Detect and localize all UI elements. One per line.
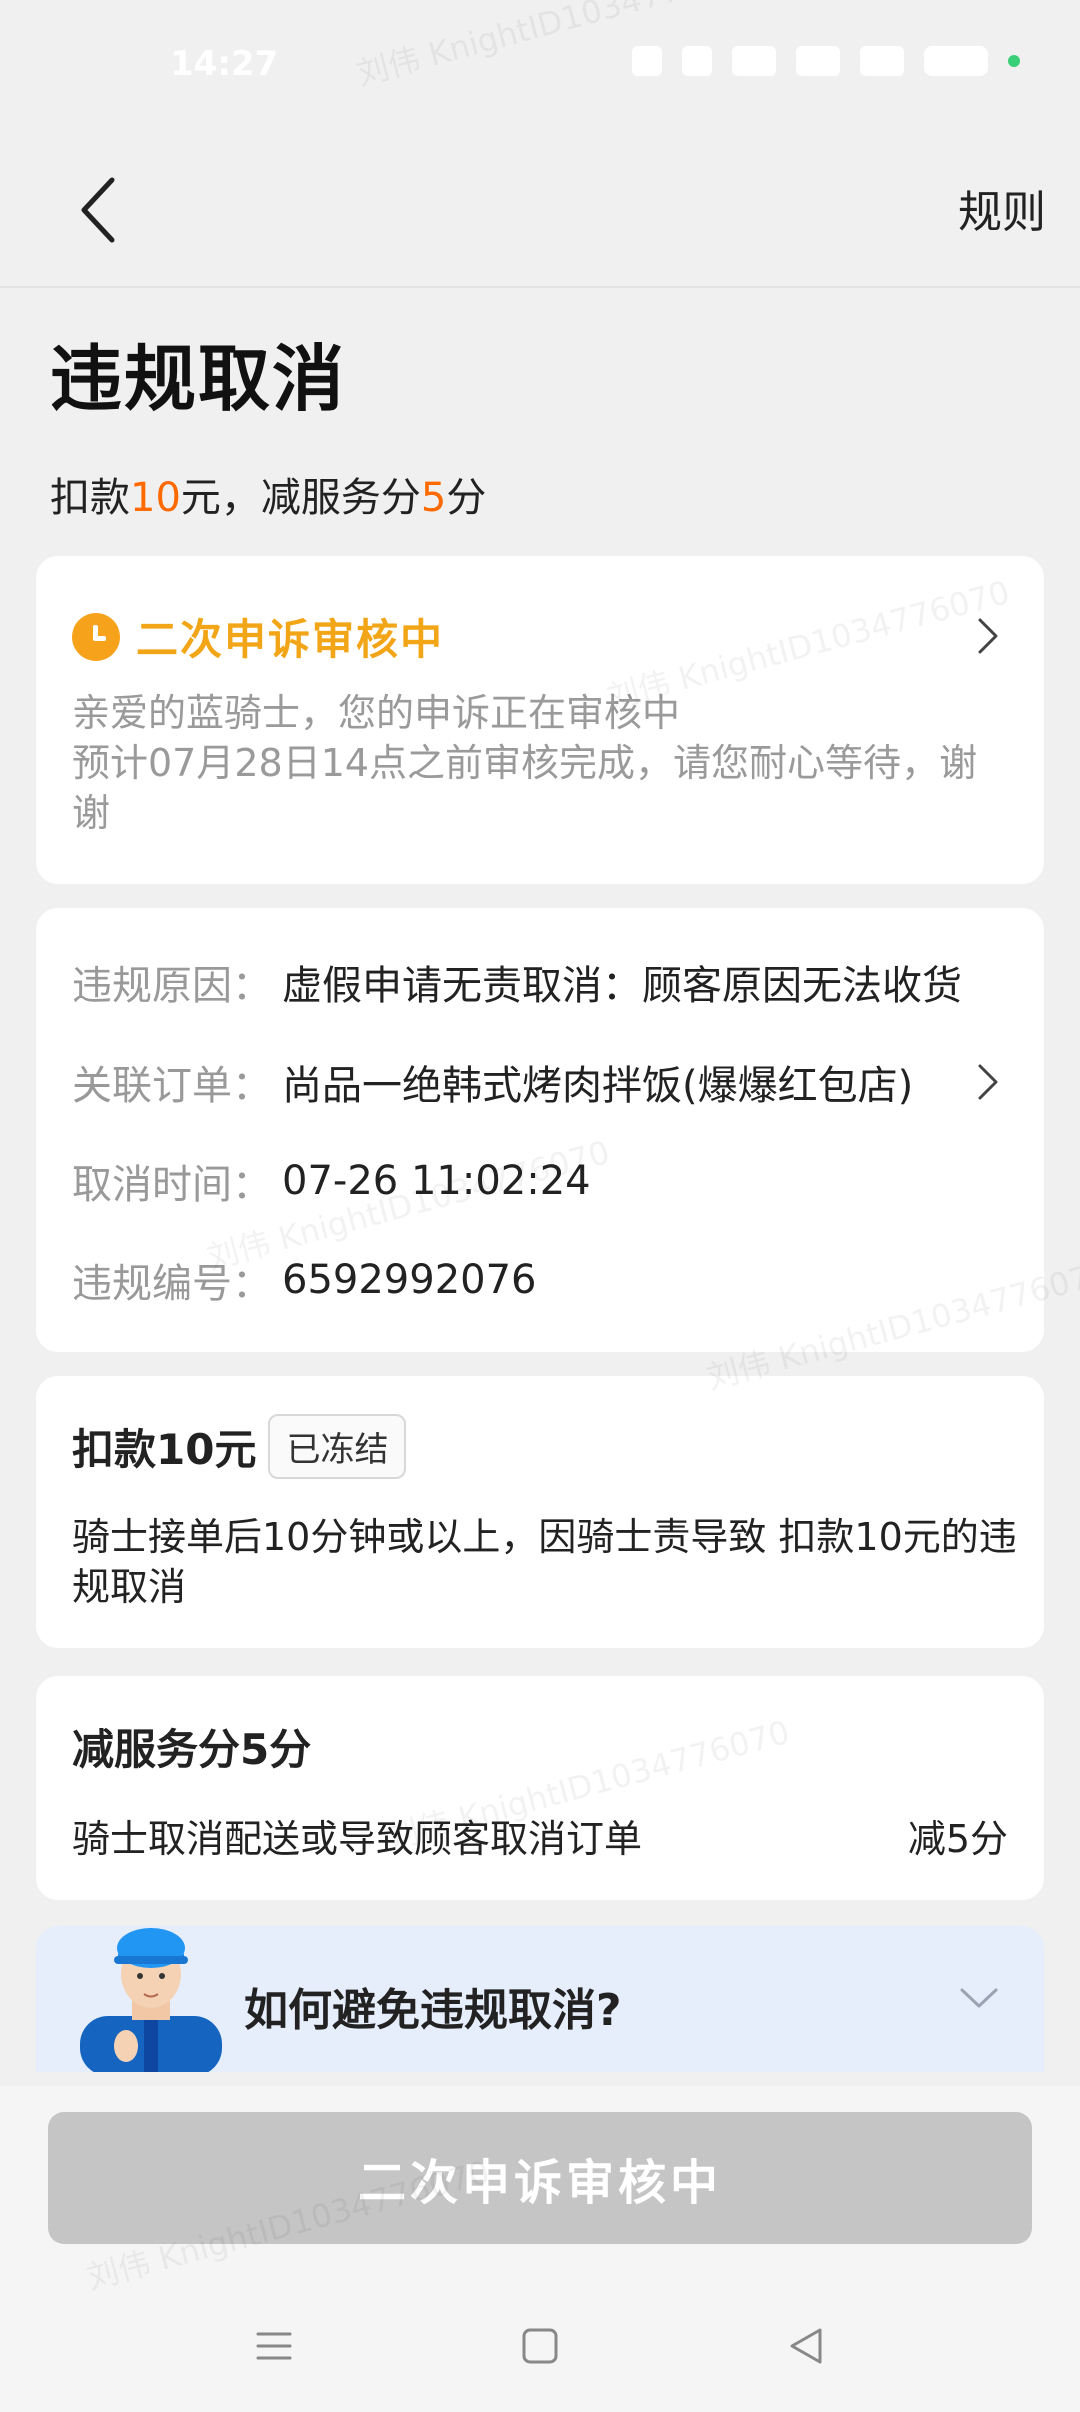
- menu-icon[interactable]: [244, 2316, 304, 2376]
- info-value: 虚假申请无责取消：顾客原因无法收货: [282, 963, 962, 1009]
- privacy-dot-icon: [1008, 55, 1020, 67]
- violation-reason-row: 违规原因： 虚假申请无责取消：顾客原因无法收货: [72, 952, 1008, 1012]
- deduction-title: 扣款10元: [72, 1425, 257, 1474]
- bluetooth-icon: [632, 46, 662, 76]
- deduction-header: 扣款10元 已冻结: [72, 1414, 407, 1479]
- chevron-down-icon[interactable]: [954, 1978, 1004, 2018]
- page-title: 违规取消: [50, 337, 347, 421]
- rules-link[interactable]: 规则: [958, 176, 1046, 240]
- related-order-row[interactable]: 关联订单： 尚品一绝韩式烤肉拌饭(爆爆红包店): [72, 1052, 1008, 1112]
- appeal-status-line-2: 预计07月28日14点之前审核完成，请您耐心等待，谢谢: [72, 741, 978, 835]
- location-icon: [682, 46, 712, 76]
- clock-icon: [72, 612, 120, 661]
- nav-bar: 规则: [0, 140, 1080, 288]
- status-icons: [632, 46, 1020, 76]
- penalty-score: 5: [420, 475, 447, 521]
- chevron-right-icon[interactable]: [968, 606, 1008, 666]
- back-triangle-icon[interactable]: [776, 2316, 836, 2376]
- appeal-status-button[interactable]: 二次申诉审核中: [48, 2112, 1032, 2244]
- info-label: 违规原因：: [72, 963, 272, 1009]
- deduction-card: 扣款10元 已冻结 骑士接单后10分钟或以上，因骑士责导致 扣款10元的违规取消: [36, 1376, 1044, 1648]
- cancel-time-row: 取消时间： 07-26 11:02:24: [72, 1151, 1008, 1211]
- status-time: 14:27: [170, 44, 279, 84]
- info-value: 6592992076: [282, 1257, 537, 1303]
- wifi-icon: [732, 46, 776, 76]
- bottom-action-area: 二次申诉审核中: [0, 2086, 1080, 2412]
- chevron-left-icon[interactable]: [60, 160, 160, 260]
- rider-avatar-icon: [80, 1928, 222, 2072]
- appeal-status-title: 二次申诉审核中: [136, 615, 445, 664]
- signal-5g-icon: [796, 46, 840, 76]
- violation-id-row: 违规编号： 6592992076: [72, 1250, 1008, 1310]
- deduction-description: 骑士接单后10分钟或以上，因骑士责导致 扣款10元的违规取消: [72, 1515, 1017, 1609]
- score-title: 减服务分5分: [72, 1725, 312, 1774]
- signal-5g-icon: [860, 46, 904, 76]
- penalty-suffix: 分: [446, 475, 487, 521]
- appeal-status-header: 二次申诉审核中: [72, 606, 444, 667]
- appeal-status-card[interactable]: 二次申诉审核中 亲爱的蓝骑士，您的申诉正在审核中 预计07月28日14点之前审核…: [36, 556, 1044, 884]
- system-nav-bar: [0, 2316, 1080, 2386]
- battery-icon: [924, 46, 988, 76]
- avoid-violation-tips[interactable]: 如何避免违规取消?: [36, 1926, 1044, 2072]
- info-value: 尚品一绝韩式烤肉拌饭(爆爆红包店): [282, 1063, 914, 1109]
- service-score-card: 减服务分5分 骑士取消配送或导致顾客取消订单 减5分: [36, 1676, 1044, 1900]
- violation-info-card: 违规原因： 虚假申请无责取消：顾客原因无法收货 关联订单： 尚品一绝韩式烤肉拌饭…: [36, 908, 1044, 1352]
- appeal-status-line-1: 亲爱的蓝骑士，您的申诉正在审核中: [72, 691, 681, 735]
- tips-title: 如何避免违规取消?: [244, 1985, 622, 2036]
- penalty-unit: 元，减服务分: [180, 475, 421, 521]
- score-rule: 骑士取消配送或导致顾客取消订单: [72, 1817, 643, 1861]
- penalty-prefix: 扣款: [50, 475, 130, 521]
- chevron-right-icon[interactable]: [968, 1052, 1008, 1112]
- penalty-amount: 10: [130, 475, 181, 521]
- page-header: 违规取消 扣款10元，减服务分5分: [50, 320, 1030, 523]
- score-value: 减5分: [907, 1817, 1008, 1861]
- info-label: 关联订单：: [72, 1063, 272, 1109]
- appeal-status-description: 亲爱的蓝骑士，您的申诉正在审核中 预计07月28日14点之前审核完成，请您耐心等…: [72, 688, 1012, 838]
- info-value: 07-26 11:02:24: [282, 1158, 591, 1204]
- status-bar: 14:27: [0, 0, 1080, 140]
- info-label: 取消时间：: [72, 1162, 272, 1208]
- home-icon[interactable]: [510, 2316, 570, 2376]
- frozen-badge: 已冻结: [268, 1414, 407, 1479]
- info-label: 违规编号：: [72, 1261, 272, 1307]
- penalty-summary: 扣款10元，减服务分5分: [50, 465, 1030, 523]
